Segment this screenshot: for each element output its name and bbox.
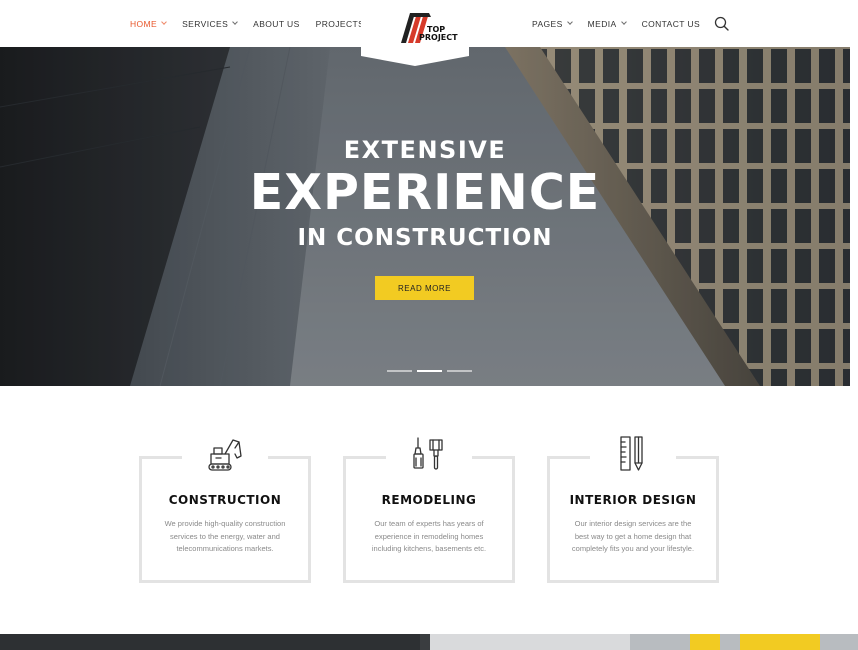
card-border-left: [139, 456, 182, 459]
service-icon: [409, 434, 449, 474]
service-description: Our interior design services are the bes…: [571, 519, 695, 553]
nav-media-label: MEDIA: [587, 18, 617, 29]
slider-pagination: [387, 370, 477, 372]
nav-pages-label: PAGES: [532, 18, 563, 29]
team-photo-strip: [0, 634, 858, 650]
logo-text-project: PROJECT: [419, 33, 458, 42]
chevron-down-icon: [161, 19, 167, 25]
chevron-down-icon: [232, 19, 238, 25]
nav-about-us[interactable]: ABOUT US: [253, 19, 300, 29]
excavator-icon: [208, 439, 242, 471]
service-icon: [205, 434, 245, 474]
service-title: INTERIOR DESIGN: [569, 493, 697, 507]
nav-home-label: HOME: [130, 18, 158, 29]
paint-tools-icon: [413, 437, 443, 470]
read-more-button[interactable]: READ MORE: [375, 276, 474, 300]
hero-heading-line2: EXPERIENCE: [249, 164, 601, 221]
service-card-construction[interactable]: CONSTRUCTION We provide high-quality con…: [139, 434, 311, 583]
slider-dot-3[interactable]: [447, 370, 472, 372]
search-button[interactable]: [713, 15, 731, 33]
chevron-down-icon: [566, 19, 573, 25]
hero-slider: EXTENSIVE EXPERIENCE IN CONSTRUCTION REA…: [0, 47, 850, 386]
slider-dot-1[interactable]: [387, 370, 412, 372]
service-card-interior-design[interactable]: INTERIOR DESIGN Our interior design serv…: [547, 434, 719, 583]
slider-dot-2[interactable]: [417, 370, 442, 372]
hero-heading-line1: EXTENSIVE: [343, 136, 507, 164]
next-section-image: [0, 634, 858, 650]
nav-pages[interactable]: PAGES: [532, 18, 573, 29]
service-card-remodeling[interactable]: REMODELING Our team of experts has years…: [343, 434, 515, 583]
logo[interactable]: TOP PROJECT: [361, 0, 469, 66]
card-border-right: [676, 456, 719, 459]
service-description: We provide high-quality construction ser…: [164, 519, 286, 553]
nav-media[interactable]: MEDIA: [587, 18, 627, 29]
service-icon: [613, 434, 653, 474]
main-nav-right: PAGES MEDIA CONTACT US: [532, 0, 716, 47]
nav-projects-label: PROJECTS: [315, 18, 365, 29]
card-border-left: [343, 456, 386, 459]
card-border-right: [472, 456, 515, 459]
nav-contact-label: CONTACT US: [641, 18, 701, 29]
chevron-down-icon: [620, 19, 627, 25]
nav-about-label: ABOUT US: [253, 18, 300, 29]
ruler-pencil-icon: [620, 436, 643, 471]
nav-home[interactable]: HOME: [130, 18, 167, 29]
nav-services-label: SERVICES: [182, 18, 229, 29]
service-title: REMODELING: [381, 493, 477, 507]
card-border-right: [268, 456, 311, 459]
nav-services[interactable]: SERVICES: [182, 18, 238, 29]
service-description: Our team of experts has years of experie…: [371, 519, 487, 553]
nav-contact-us[interactable]: CONTACT US: [642, 19, 700, 29]
service-title: CONSTRUCTION: [168, 493, 282, 507]
main-nav-left: HOME SERVICES ABOUT US PROJECTS: [130, 0, 389, 47]
hero-heading-line3: IN CONSTRUCTION: [297, 225, 553, 251]
card-border-left: [547, 456, 590, 459]
search-icon: [714, 16, 729, 31]
logo-text: TOP PROJECT: [419, 26, 458, 42]
